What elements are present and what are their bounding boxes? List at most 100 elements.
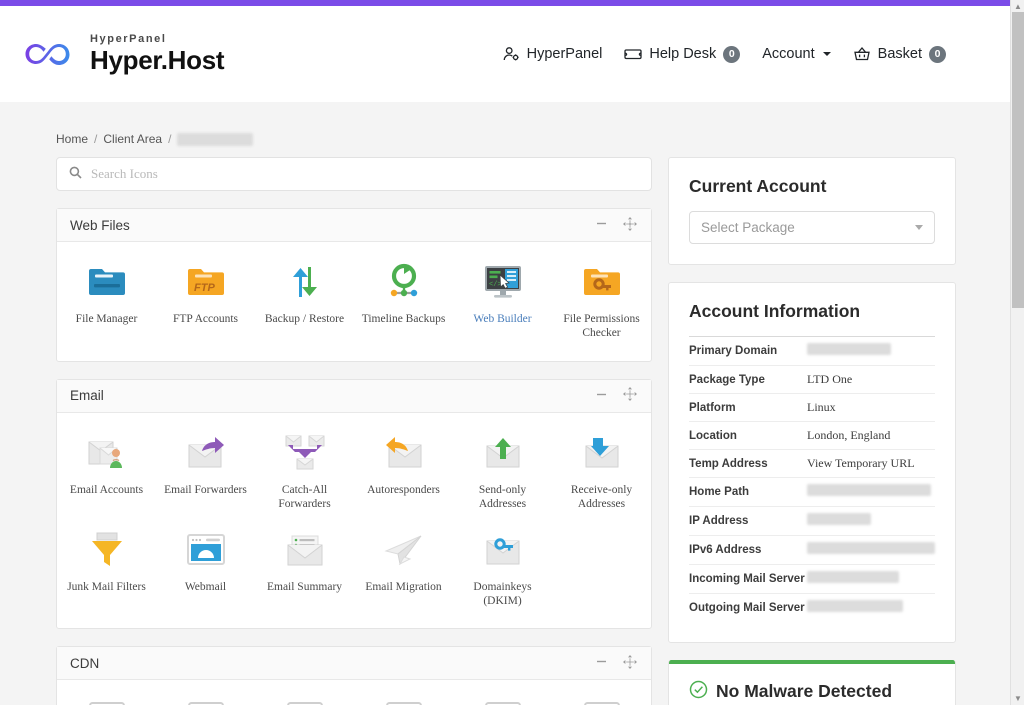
envelope-down-icon [580, 431, 624, 475]
icon-tile-cdn-ssl[interactable] [552, 694, 651, 705]
icon-tile-cdn-cache[interactable] [57, 694, 156, 705]
search-bar[interactable] [56, 157, 652, 191]
envelope-up-icon [481, 431, 525, 475]
icon-grid [57, 680, 651, 705]
scroll-down-arrow-icon[interactable]: ▼ [1011, 692, 1024, 705]
icon-label: Web Builder [473, 313, 532, 325]
nav-label: Account [762, 46, 815, 62]
catch-all-icon [283, 431, 327, 475]
icon-label: Receive-only Addresses [570, 483, 633, 511]
page-scrollbar[interactable]: ▲ ▼ [1010, 0, 1024, 705]
row-label: Outgoing Mail Server [689, 602, 805, 614]
chevron-down-icon [915, 225, 923, 230]
breadcrumb-item-client-area[interactable]: Client Area [103, 132, 162, 146]
icon-tile-timeline-backups[interactable]: Timeline Backups [354, 256, 453, 353]
nav-item-account[interactable]: Account [762, 46, 831, 62]
move-icon[interactable] [623, 216, 637, 234]
row-label: Package Type [689, 373, 765, 386]
scrollbar-thumb[interactable] [1012, 12, 1024, 308]
icon-tile-backup-restore[interactable]: Backup / Restore [255, 256, 354, 353]
icon-grid: File Manager FTP FTP Accounts Backup / R… [57, 242, 651, 361]
icon-label: Email Forwarders [164, 483, 247, 496]
panel-header: CDN [57, 647, 651, 681]
row-label: Temp Address [689, 457, 768, 470]
panel-title: CDN [70, 655, 100, 671]
move-icon[interactable] [623, 654, 637, 672]
basket-badge: 0 [929, 45, 946, 63]
row-value: London, England [807, 428, 891, 442]
brand-logo-block[interactable]: HyperPanel Hyper.Host [20, 33, 225, 75]
nav-item-help-desk[interactable]: Help Desk 0 [624, 45, 741, 63]
panel-email: Email Email Accounts Email Forwarders Ca… [56, 378, 652, 630]
package-select[interactable]: Select Package [689, 211, 935, 244]
panel-header: Email [57, 379, 651, 413]
icon-tile-webmail[interactable]: Webmail [156, 524, 255, 621]
card-malware-scan: No Malware Detected Scan Date 15/01/2023… [668, 660, 956, 705]
webmail-window-icon [184, 528, 228, 572]
row-value: Linux [807, 400, 836, 414]
breadcrumb-separator: / [94, 132, 98, 146]
icon-label: File Manager [75, 313, 138, 325]
sidebar-column: Current Account Select Package Account I… [668, 157, 956, 705]
table-row: Home Path [689, 477, 935, 507]
timeline-backups-icon [382, 260, 426, 304]
help-desk-badge: 0 [723, 45, 741, 63]
nav-item-hyperpanel[interactable]: HyperPanel [503, 46, 602, 62]
icon-label: Email Accounts [69, 483, 144, 496]
icon-tile-cdn-performance[interactable] [156, 694, 255, 705]
user-gear-icon [503, 46, 520, 62]
icon-tile-send-only-addresses[interactable]: Send-only Addresses [453, 427, 552, 524]
icon-tile-file-manager[interactable]: File Manager [57, 256, 156, 353]
icon-label: Catch-All Forwarders [278, 483, 331, 511]
malware-status-title: No Malware Detected [716, 680, 893, 701]
icon-tile-catch-all-forwarders[interactable]: Catch-All Forwarders [255, 427, 354, 524]
icon-label: FTP Accounts [172, 313, 239, 325]
brand-title: Hyper.Host [90, 44, 225, 75]
card-title: Account Information [689, 301, 861, 321]
icon-tile-cdn-block[interactable] [255, 694, 354, 705]
folder-key-icon [580, 260, 624, 304]
table-row: IP Address [689, 506, 935, 536]
minimize-icon[interactable] [595, 655, 608, 671]
breadcrumb-item-home[interactable]: Home [56, 132, 88, 146]
search-icon [69, 166, 82, 182]
row-value [807, 594, 935, 623]
nav-item-basket[interactable]: Basket 0 [853, 45, 946, 63]
minimize-icon[interactable] [595, 217, 608, 233]
icon-tile-email-migration[interactable]: Email Migration [354, 524, 453, 621]
move-icon[interactable] [623, 387, 637, 404]
icon-label: Webmail [184, 580, 227, 593]
infinity-logo [20, 34, 82, 74]
window-globe-icon [481, 698, 525, 705]
icon-tile-email-accounts[interactable]: Email Accounts [57, 427, 156, 524]
search-input[interactable] [91, 166, 639, 182]
funnel-icon [85, 528, 129, 572]
ticket-icon [624, 47, 643, 61]
icon-tile-cdn-global[interactable] [453, 694, 552, 705]
row-label: Primary Domain [689, 345, 778, 357]
icon-tile-domainkeys-dkim[interactable]: Domainkeys (DKIM) [453, 524, 552, 621]
panel-web-files: Web Files File Manager FTP FTP Accounts … [56, 208, 652, 362]
breadcrumb-item-redacted [177, 132, 254, 146]
row-value [807, 478, 935, 507]
icon-tile-autoresponders[interactable]: Autoresponders [354, 427, 453, 524]
minimize-icon[interactable] [595, 388, 608, 404]
card-current-account: Current Account Select Package [668, 157, 956, 265]
icon-label: File Permissions Checker [563, 313, 640, 340]
icon-tile-receive-only-addresses[interactable]: Receive-only Addresses [552, 427, 651, 524]
icon-tile-cdn-stats[interactable] [354, 694, 453, 705]
row-value [807, 536, 935, 565]
icon-tile-email-forwarders[interactable]: Email Forwarders [156, 427, 255, 524]
icon-tile-junk-mail-filters[interactable]: Junk Mail Filters [57, 524, 156, 621]
icon-label: Timeline Backups [361, 313, 446, 325]
row-label: Location [689, 429, 737, 442]
icon-tile-email-summary[interactable]: Email Summary [255, 524, 354, 621]
web-builder-monitor-icon: </> [481, 260, 525, 304]
icon-tile-file-permissions-checker[interactable]: File Permissions Checker [552, 256, 651, 353]
row-value-temp-url[interactable]: View Temporary URL [807, 450, 935, 478]
envelope-forward-icon [184, 431, 228, 475]
panel-header: Web Files [57, 209, 651, 242]
page-body: Home / Client Area / Web Files [0, 102, 1010, 705]
icon-tile-ftp-accounts[interactable]: FTP FTP Accounts [156, 256, 255, 353]
icon-tile-web-builder[interactable]: </> Web Builder [453, 256, 552, 353]
